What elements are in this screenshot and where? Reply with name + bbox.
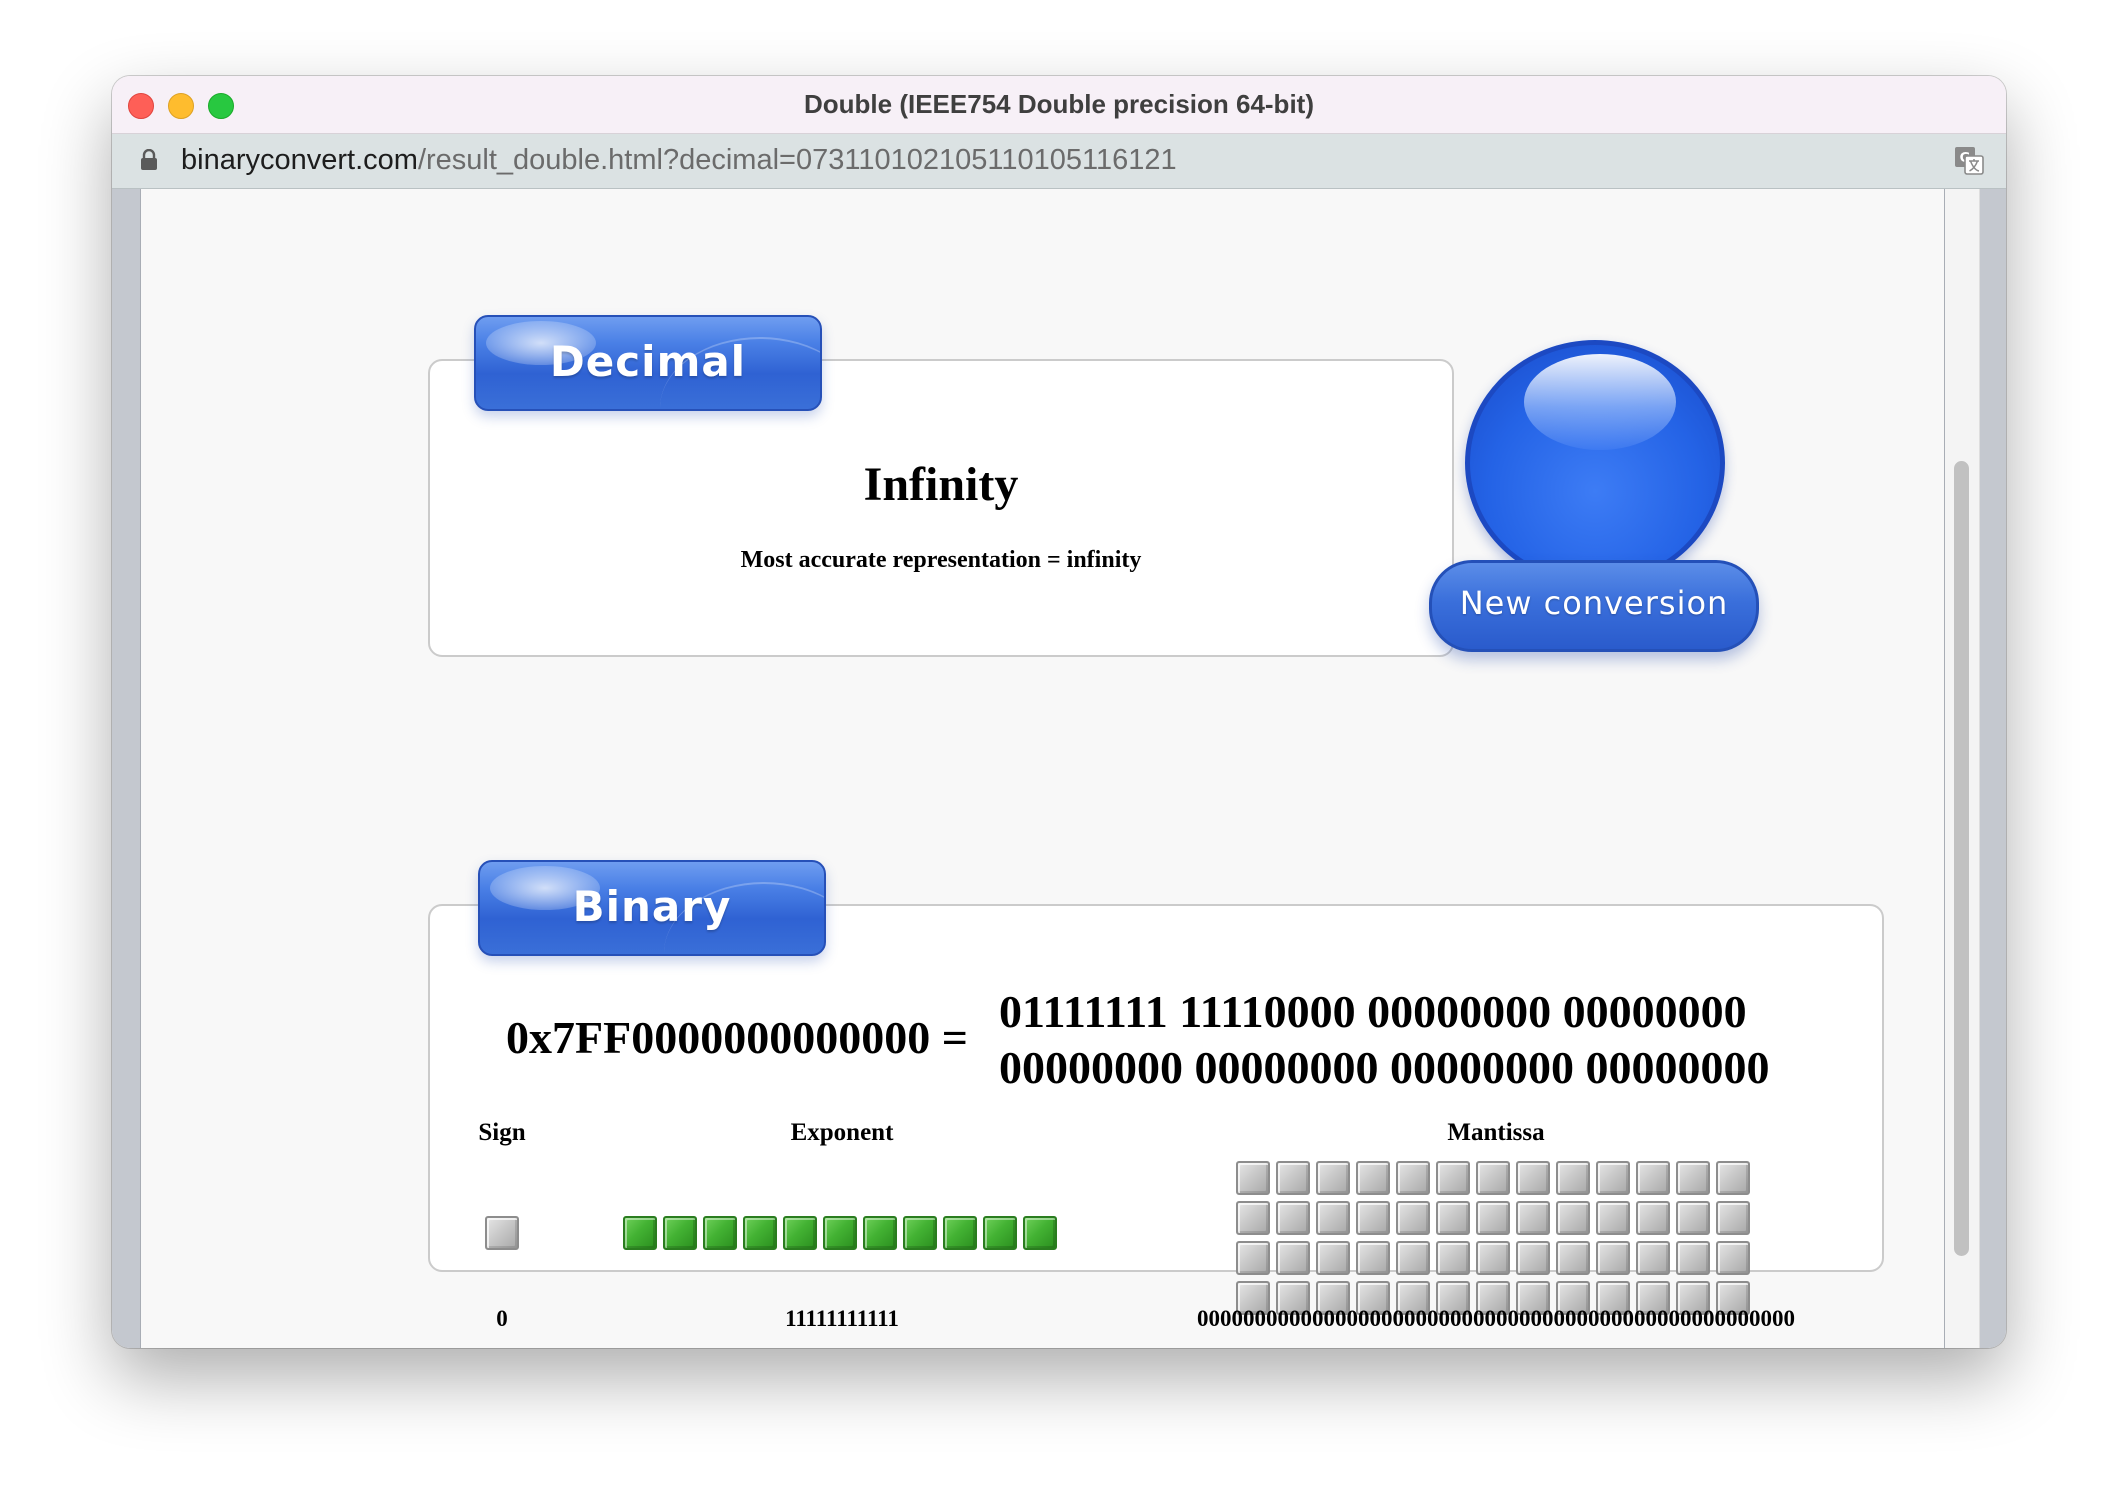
sign-bit-0[interactable] xyxy=(485,1216,519,1250)
window-title: Double (IEEE754 Double precision 64-bit) xyxy=(804,89,1314,119)
mantissa-bit-27[interactable] xyxy=(1276,1241,1310,1275)
binary-tab-label: Binary xyxy=(572,882,732,931)
mantissa-bit-38[interactable] xyxy=(1716,1241,1750,1275)
exponent-bit-7[interactable] xyxy=(903,1216,937,1250)
mantissa-bit-32[interactable] xyxy=(1476,1241,1510,1275)
mantissa-bit-5[interactable] xyxy=(1436,1161,1470,1195)
mantissa-bit-9[interactable] xyxy=(1596,1161,1630,1195)
mantissa-bit-26[interactable] xyxy=(1236,1241,1270,1275)
browser-window: Double (IEEE754 Double precision 64-bit)… xyxy=(112,76,2006,1348)
exponent-bit-5[interactable] xyxy=(823,1216,857,1250)
scrollbar-thumb[interactable] xyxy=(1954,461,1969,1256)
url-host: binaryconvert.com xyxy=(181,144,418,176)
exponent-bit-9[interactable] xyxy=(983,1216,1017,1250)
decimal-tab-label: Decimal xyxy=(549,337,747,386)
mantissa-bit-15[interactable] xyxy=(1316,1201,1350,1235)
mantissa-bit-16[interactable] xyxy=(1356,1201,1390,1235)
mantissa-bit-13[interactable] xyxy=(1236,1201,1270,1235)
exponent-bit-10[interactable] xyxy=(1023,1216,1057,1250)
page-content: Infinity Most accurate representation = … xyxy=(141,189,1944,1348)
mantissa-bit-33[interactable] xyxy=(1516,1241,1550,1275)
binary-panel: 0x7FF0000000000000 = 01111111 11110000 0… xyxy=(428,904,1884,1331)
sign-header: Sign xyxy=(478,1119,526,1146)
mantissa-bit-29[interactable] xyxy=(1356,1241,1390,1275)
mantissa-value: 0000000000000000000000000000000000000000… xyxy=(1197,1306,1795,1331)
mantissa-bit-23[interactable] xyxy=(1636,1201,1670,1235)
exponent-bit-3[interactable] xyxy=(743,1216,777,1250)
mantissa-bit-34[interactable] xyxy=(1556,1241,1590,1275)
mantissa-bit-21[interactable] xyxy=(1556,1201,1590,1235)
left-gutter xyxy=(112,189,141,1348)
mantissa-bit-20[interactable] xyxy=(1516,1201,1550,1235)
mantissa-bit-35[interactable] xyxy=(1596,1241,1630,1275)
mantissa-bit-37[interactable] xyxy=(1676,1241,1710,1275)
binary-tab: Binary xyxy=(478,860,826,956)
sign-value: 0 xyxy=(496,1306,508,1331)
decimal-tab: Decimal xyxy=(474,315,822,411)
mantissa-bit-18[interactable] xyxy=(1436,1201,1470,1235)
mantissa-bit-1[interactable] xyxy=(1276,1161,1310,1195)
mantissa-bit-24[interactable] xyxy=(1676,1201,1710,1235)
lock-icon xyxy=(141,149,157,170)
mantissa-bit-0[interactable] xyxy=(1236,1161,1270,1195)
url-text[interactable]: binaryconvert.com/result_double.html?dec… xyxy=(181,144,1177,177)
mantissa-bit-19[interactable] xyxy=(1476,1201,1510,1235)
binary-line-2: 00000000 00000000 00000000 00000000 xyxy=(999,1042,1770,1093)
accuracy-note: Most accurate representation = infinity xyxy=(740,547,1142,573)
orb-highlight xyxy=(1524,354,1676,450)
mantissa-bit-3[interactable] xyxy=(1356,1161,1390,1195)
mantissa-bit-31[interactable] xyxy=(1436,1241,1470,1275)
exponent-bit-4[interactable] xyxy=(783,1216,817,1250)
exponent-bit-6[interactable] xyxy=(863,1216,897,1250)
mantissa-bit-12[interactable] xyxy=(1716,1161,1750,1195)
mantissa-bit-11[interactable] xyxy=(1676,1161,1710,1195)
mantissa-bit-10[interactable] xyxy=(1636,1161,1670,1195)
exponent-bit-0[interactable] xyxy=(623,1216,657,1250)
mantissa-bit-25[interactable] xyxy=(1716,1201,1750,1235)
binary-line-1: 01111111 11110000 00000000 00000000 xyxy=(999,986,1747,1037)
mantissa-bit-4[interactable] xyxy=(1396,1161,1430,1195)
mantissa-bit-30[interactable] xyxy=(1396,1241,1430,1275)
decimal-value: Infinity xyxy=(863,458,1019,511)
exponent-header: Exponent xyxy=(790,1119,894,1146)
exponent-bit-8[interactable] xyxy=(943,1216,977,1250)
title-bar: Double (IEEE754 Double precision 64-bit) xyxy=(112,76,2006,134)
mantissa-bit-14[interactable] xyxy=(1276,1201,1310,1235)
mantissa-bit-2[interactable] xyxy=(1316,1161,1350,1195)
new-conversion-button[interactable]: New conversion xyxy=(1429,560,1759,652)
exponent-value: 11111111111 xyxy=(785,1306,899,1331)
mantissa-bit-17[interactable] xyxy=(1396,1201,1430,1235)
mantissa-bit-28[interactable] xyxy=(1316,1241,1350,1275)
translate-icon[interactable]: G xyxy=(1954,146,1984,176)
mantissa-bit-36[interactable] xyxy=(1636,1241,1670,1275)
mantissa-header: Mantissa xyxy=(1447,1119,1545,1146)
hex-value: 0x7FF0000000000000 = xyxy=(506,1012,968,1063)
mantissa-bit-8[interactable] xyxy=(1556,1161,1590,1195)
mantissa-bit-7[interactable] xyxy=(1516,1161,1550,1195)
binary-value: 01111111 11110000 00000000 00000000 0000… xyxy=(999,984,1770,1096)
mantissa-bit-22[interactable] xyxy=(1596,1201,1630,1235)
exponent-bit-1[interactable] xyxy=(663,1216,697,1250)
address-bar[interactable]: binaryconvert.com/result_double.html?dec… xyxy=(112,134,2006,189)
url-path: /result_double.html?decimal=073110102105… xyxy=(417,144,1177,176)
exponent-bit-2[interactable] xyxy=(703,1216,737,1250)
mantissa-bit-6[interactable] xyxy=(1476,1161,1510,1195)
